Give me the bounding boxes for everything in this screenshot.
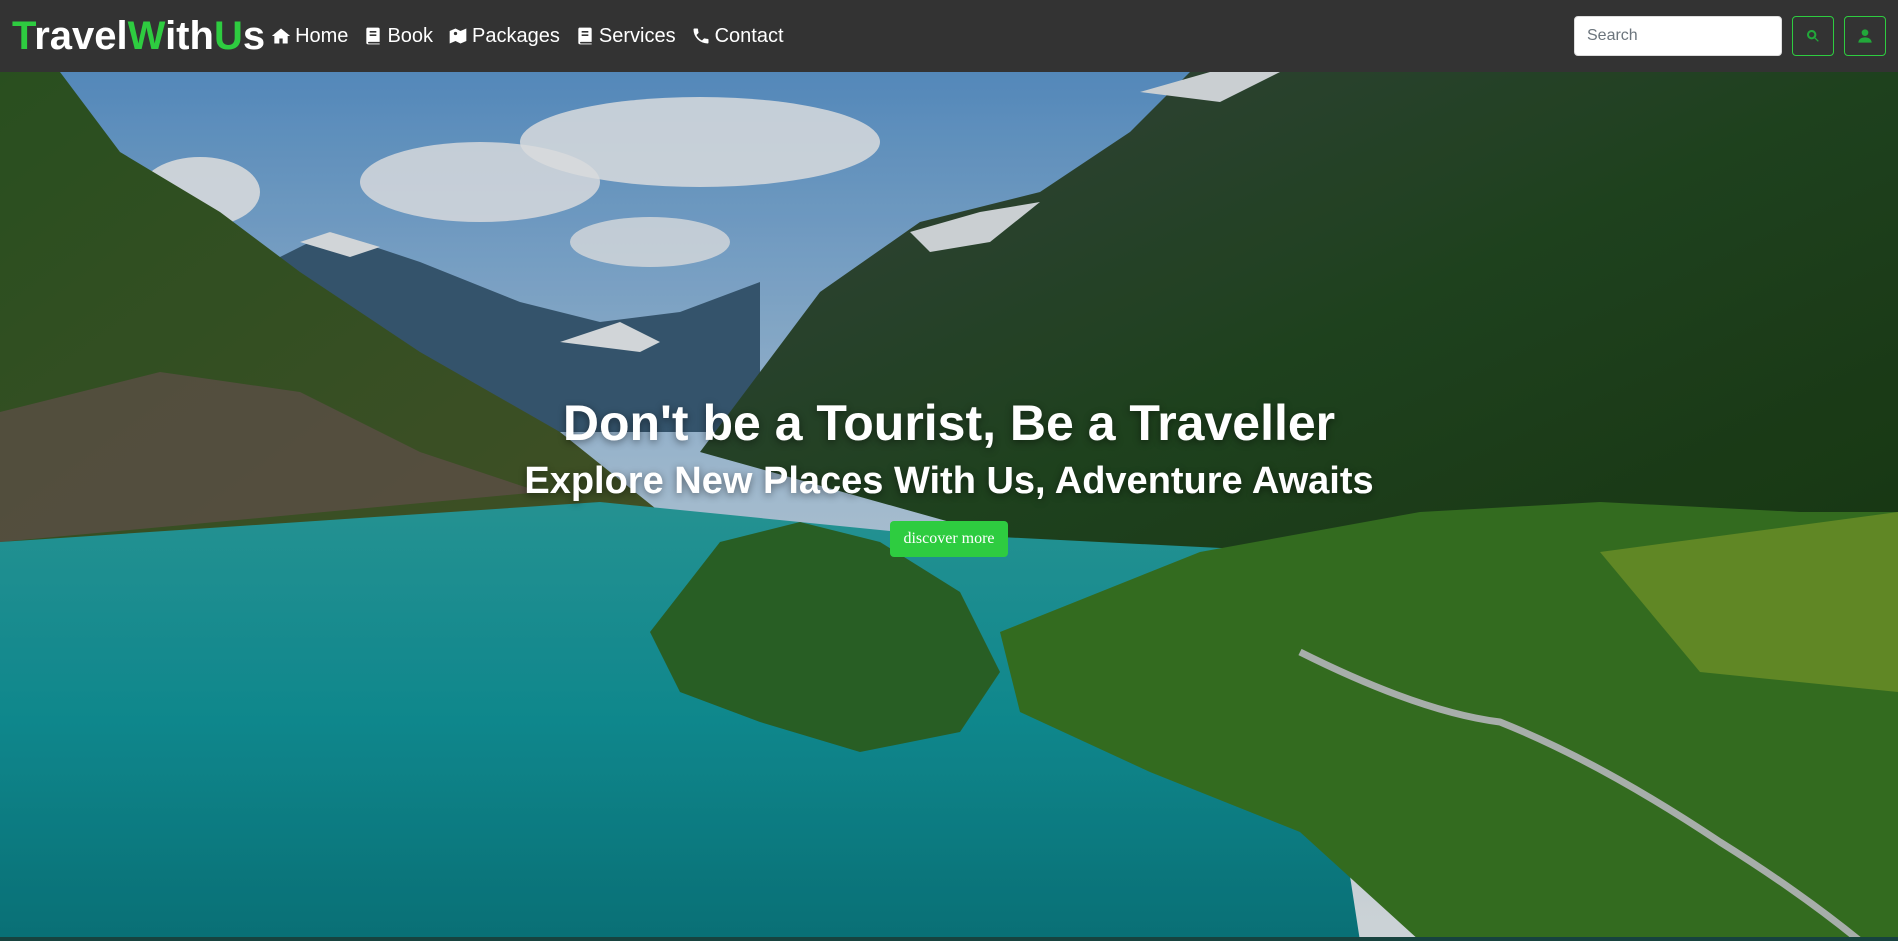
brand-letter-u: U: [213, 14, 243, 58]
nav-contact-label: Contact: [714, 24, 784, 47]
search-icon: [1807, 30, 1819, 42]
search-button[interactable]: [1792, 16, 1834, 56]
discover-more-button[interactable]: discover more: [890, 520, 1008, 557]
phone-icon: [693, 28, 709, 44]
bottom-divider: [0, 937, 1898, 941]
user-button[interactable]: [1844, 16, 1886, 56]
navbar: TravelWithUs Home Book Packages Services…: [0, 0, 1898, 72]
nav-actions: [1574, 16, 1886, 56]
nav-services-label: Services: [598, 24, 676, 47]
nav-packages[interactable]: Packages: [448, 25, 560, 48]
nav-services[interactable]: Services: [575, 25, 676, 48]
services-icon: [578, 27, 592, 45]
nav-packages-label: Packages: [472, 24, 560, 47]
hero-subtitle: Explore New Places With Us, Adventure Aw…: [524, 460, 1374, 503]
user-icon: [1858, 29, 1872, 43]
hero-section: Don't be a Tourist, Be a Traveller Explo…: [0, 72, 1898, 941]
hero-content: Don't be a Tourist, Be a Traveller Explo…: [0, 72, 1898, 941]
book-icon: [366, 27, 381, 45]
main-nav: Home Book Packages Services Contact: [271, 25, 784, 48]
brand-text-ith: ith: [165, 14, 214, 58]
brand-letter-w: W: [127, 14, 166, 58]
hero-title: Don't be a Tourist, Be a Traveller: [562, 395, 1336, 452]
nav-home-label: Home: [295, 24, 349, 47]
brand-logo[interactable]: TravelWithUs: [12, 16, 265, 56]
nav-book[interactable]: Book: [363, 25, 433, 48]
brand-letter-t: T: [12, 14, 35, 58]
brand-text-ravel: ravel: [34, 14, 128, 58]
nav-home[interactable]: Home: [271, 25, 348, 48]
nav-contact[interactable]: Contact: [691, 25, 784, 48]
home-icon: [271, 28, 291, 44]
packages-icon: [449, 28, 467, 44]
nav-book-label: Book: [387, 24, 434, 47]
brand-text-s: s: [242, 14, 266, 58]
search-input[interactable]: [1574, 16, 1782, 56]
